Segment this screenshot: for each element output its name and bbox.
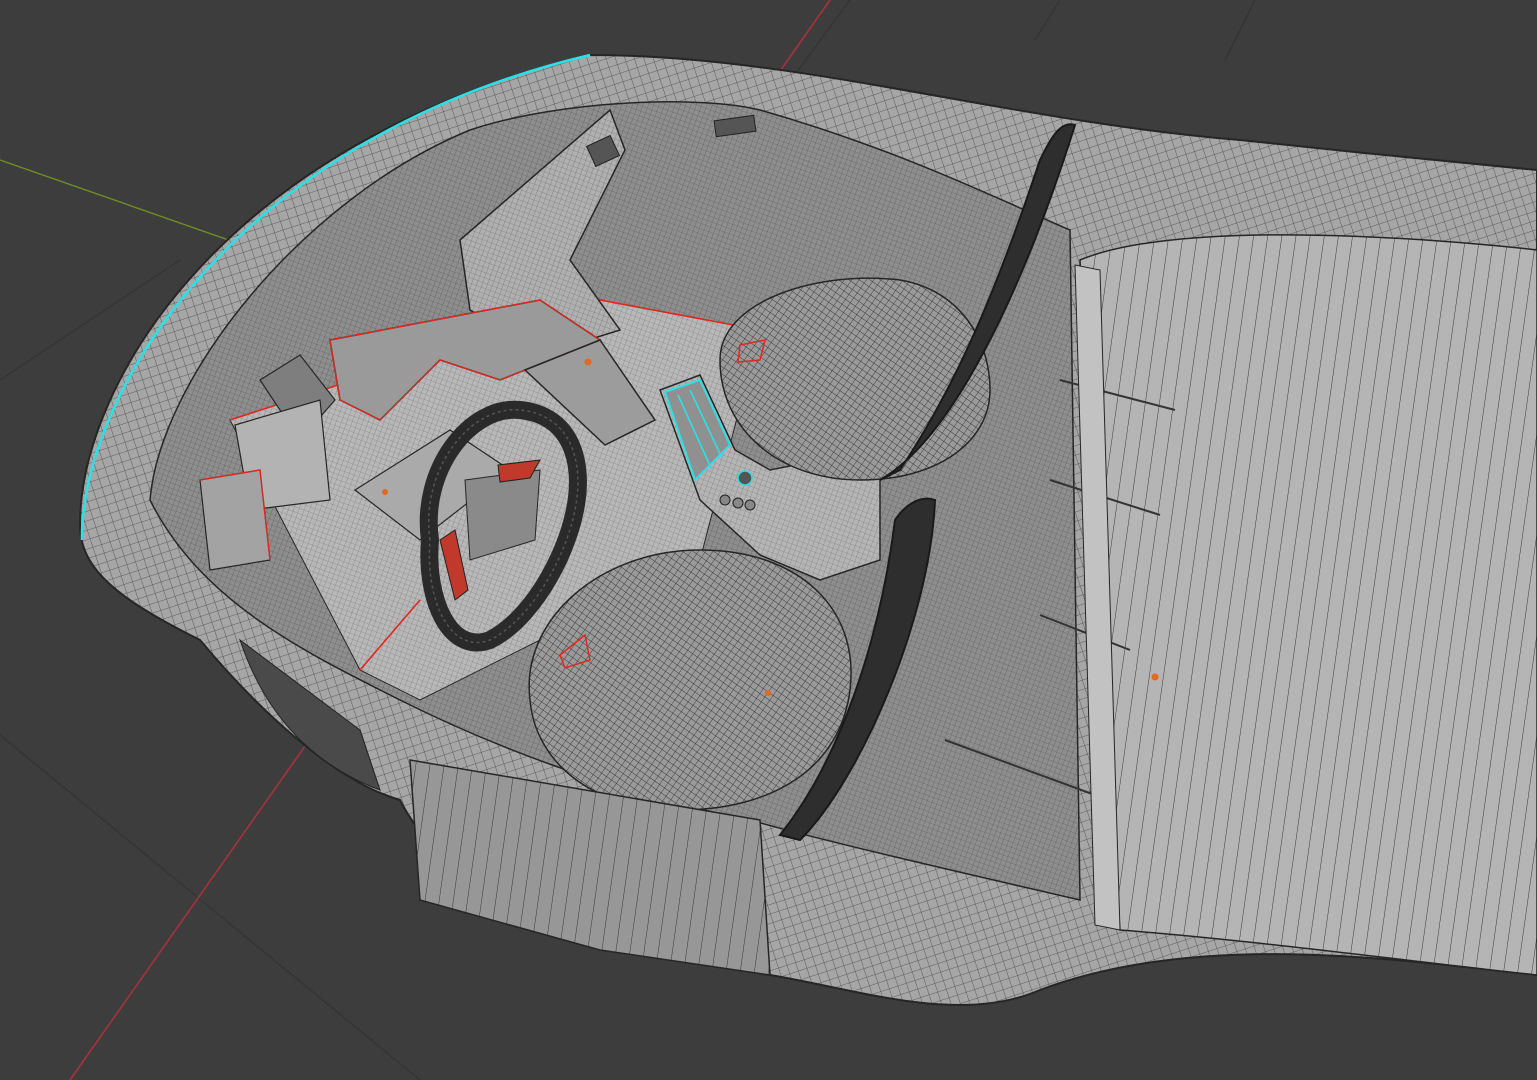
console-knob[interactable] <box>719 494 731 506</box>
3d-viewport[interactable] <box>0 0 1537 1080</box>
object-origin <box>584 358 592 366</box>
